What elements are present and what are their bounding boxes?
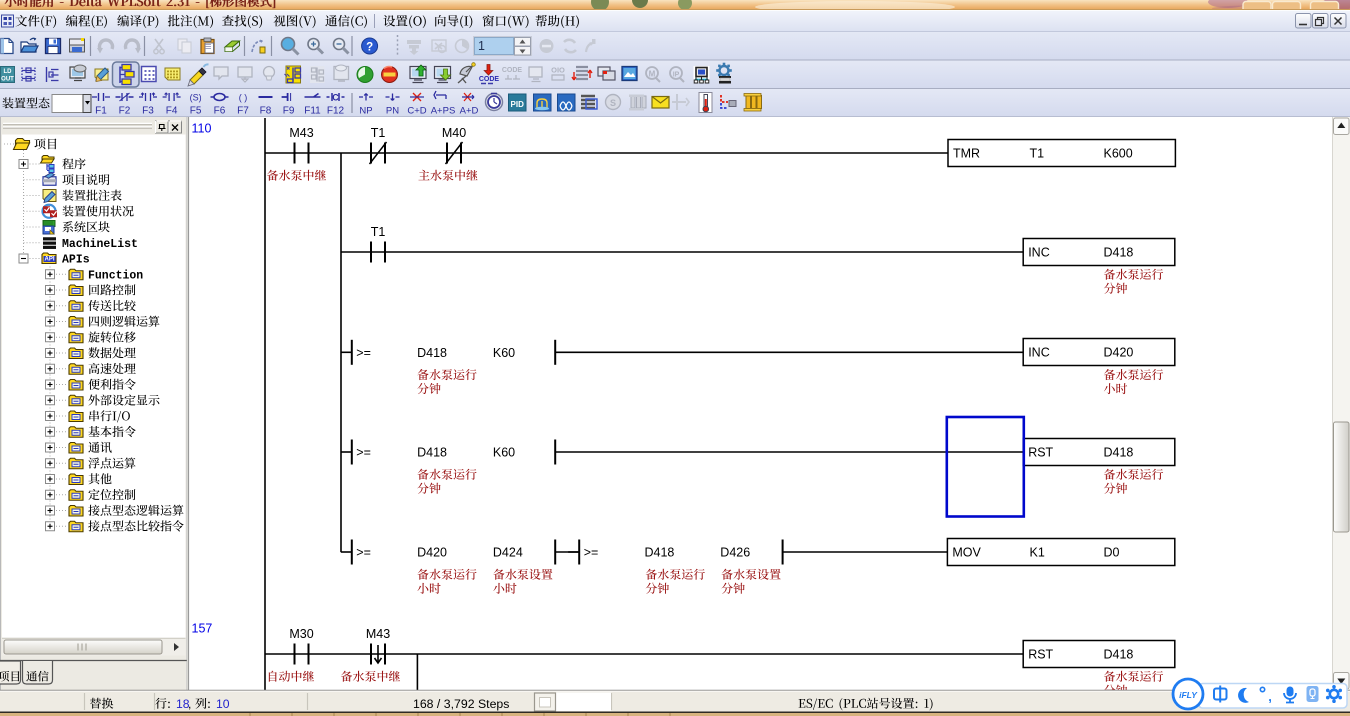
svg-text:F5: F5 bbox=[190, 106, 202, 117]
svg-text:K1: K1 bbox=[1030, 546, 1045, 560]
svg-text:LD: LD bbox=[4, 69, 13, 75]
svg-text:F1: F1 bbox=[95, 106, 107, 117]
svg-text:M43: M43 bbox=[366, 627, 390, 641]
svg-text:F3: F3 bbox=[142, 106, 154, 117]
svg-text:F9: F9 bbox=[283, 106, 295, 117]
svg-text:M: M bbox=[649, 70, 656, 79]
svg-text:1: 1 bbox=[478, 39, 485, 53]
svg-text:D418: D418 bbox=[1104, 446, 1134, 460]
svg-text:D0: D0 bbox=[1104, 546, 1120, 560]
svg-text:PID: PID bbox=[511, 100, 525, 109]
svg-text:C+D: C+D bbox=[407, 106, 426, 117]
svg-text:10: 10 bbox=[216, 697, 230, 711]
svg-text:PN: PN bbox=[386, 106, 399, 117]
svg-text:Function: Function bbox=[88, 269, 143, 282]
svg-text:D418: D418 bbox=[1104, 648, 1134, 662]
svg-text:(S): (S) bbox=[190, 93, 202, 103]
svg-text:CODE: CODE bbox=[502, 67, 523, 74]
svg-text:C: C bbox=[332, 93, 339, 103]
svg-text:F7: F7 bbox=[237, 106, 249, 117]
svg-text:>=: >= bbox=[584, 546, 599, 560]
svg-text:,: , bbox=[188, 697, 191, 711]
svg-text:K60: K60 bbox=[493, 346, 515, 360]
svg-text:OUT: OUT bbox=[1, 77, 14, 83]
svg-text:M43: M43 bbox=[289, 126, 313, 140]
svg-text:157: 157 bbox=[192, 622, 213, 636]
svg-text:S: S bbox=[610, 98, 616, 108]
svg-text:K60: K60 bbox=[493, 446, 515, 460]
svg-text:iFLY: iFLY bbox=[1179, 690, 1198, 700]
svg-text:M40: M40 bbox=[442, 126, 466, 140]
svg-text:MOV: MOV bbox=[952, 546, 981, 560]
svg-text:CODE: CODE bbox=[479, 76, 500, 83]
svg-text:K600: K600 bbox=[1104, 147, 1133, 161]
svg-text:D426: D426 bbox=[720, 546, 750, 560]
svg-text:D418: D418 bbox=[645, 546, 675, 560]
svg-text:F2: F2 bbox=[119, 106, 131, 117]
svg-text:RST: RST bbox=[1028, 648, 1053, 662]
svg-text:,: , bbox=[1268, 689, 1272, 704]
svg-text:( ): ( ) bbox=[239, 93, 248, 103]
svg-text:RST: RST bbox=[1028, 446, 1053, 460]
svg-text:D424: D424 bbox=[493, 546, 523, 560]
svg-text:T1: T1 bbox=[1030, 147, 1045, 161]
svg-text:IP: IP bbox=[673, 72, 680, 79]
svg-text:110: 110 bbox=[192, 122, 212, 136]
svg-text:M30: M30 bbox=[289, 627, 313, 641]
svg-text:F12: F12 bbox=[327, 106, 345, 117]
svg-text:API: API bbox=[44, 257, 54, 263]
svg-text:D418: D418 bbox=[417, 446, 447, 460]
svg-text:D420: D420 bbox=[417, 546, 447, 560]
svg-text:A+D: A+D bbox=[460, 106, 479, 117]
svg-text:TMR: TMR bbox=[953, 147, 980, 161]
svg-text:F11: F11 bbox=[304, 106, 321, 117]
svg-text:F4: F4 bbox=[166, 106, 178, 117]
svg-text:>=: >= bbox=[356, 446, 371, 460]
svg-text:T1: T1 bbox=[371, 126, 386, 140]
svg-text:A+PS: A+PS bbox=[431, 106, 456, 117]
svg-text:APIs: APIs bbox=[62, 254, 90, 267]
svg-text:>=: >= bbox=[356, 546, 371, 560]
svg-text:D420: D420 bbox=[1104, 346, 1134, 360]
svg-text:F8: F8 bbox=[260, 106, 272, 117]
svg-text:MachineList: MachineList bbox=[62, 238, 138, 251]
svg-text:OIO: OIO bbox=[551, 66, 565, 75]
svg-text:INC: INC bbox=[1028, 246, 1050, 260]
svg-text:NP: NP bbox=[359, 106, 372, 117]
svg-text:INC: INC bbox=[1028, 346, 1050, 360]
svg-text:?: ? bbox=[366, 42, 373, 54]
svg-text:D418: D418 bbox=[1104, 246, 1134, 260]
svg-text:D418: D418 bbox=[417, 346, 447, 360]
svg-text:168 / 3,792 Steps: 168 / 3,792 Steps bbox=[413, 697, 509, 711]
svg-text:>=: >= bbox=[356, 346, 371, 360]
svg-text:F6: F6 bbox=[214, 106, 226, 117]
svg-text:T1: T1 bbox=[371, 225, 386, 239]
